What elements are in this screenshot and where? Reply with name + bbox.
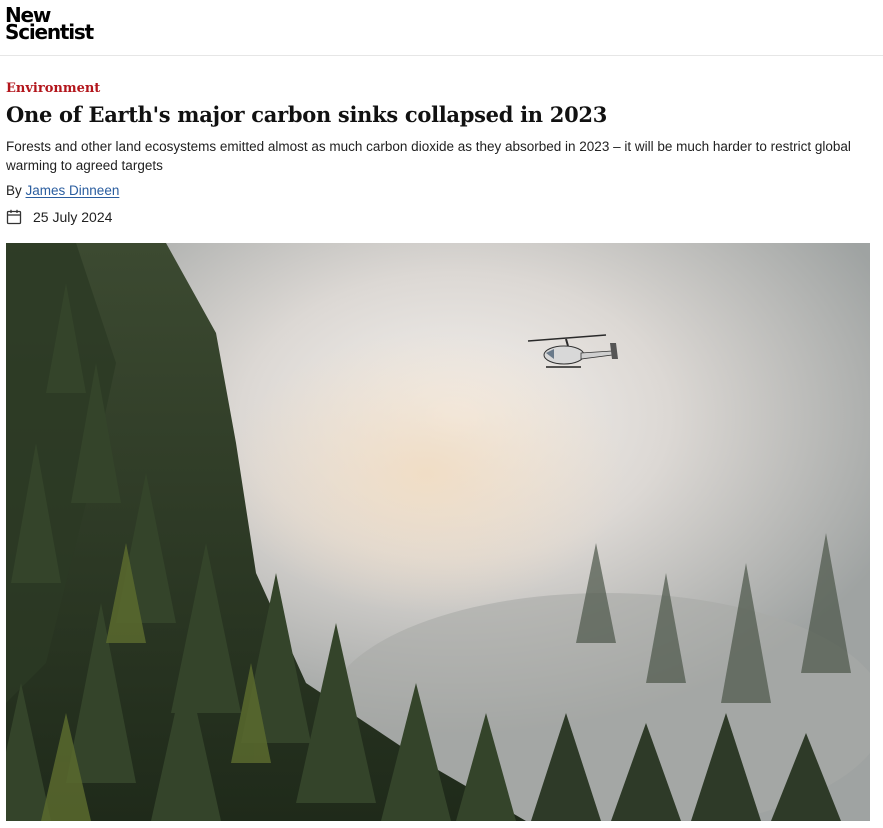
date-text: 25 July 2024 xyxy=(33,209,113,225)
new-scientist-logo[interactable]: New Scientist xyxy=(5,5,94,44)
article-standfirst: Forests and other land ecosystems emitte… xyxy=(6,139,851,173)
logo-line-2: Scientist xyxy=(5,20,94,44)
section-link[interactable]: Environment xyxy=(6,81,100,96)
article-headline: One of Earth's major carbon sinks collap… xyxy=(6,102,608,127)
byline: By James Dinneen xyxy=(6,183,119,198)
hero-image xyxy=(6,243,870,821)
byline-prefix: By xyxy=(6,183,22,198)
masthead: New Scientist xyxy=(0,0,883,56)
publish-date: 25 July 2024 xyxy=(6,209,112,225)
author-link[interactable]: James Dinneen xyxy=(26,183,120,198)
calendar-icon xyxy=(6,209,22,225)
